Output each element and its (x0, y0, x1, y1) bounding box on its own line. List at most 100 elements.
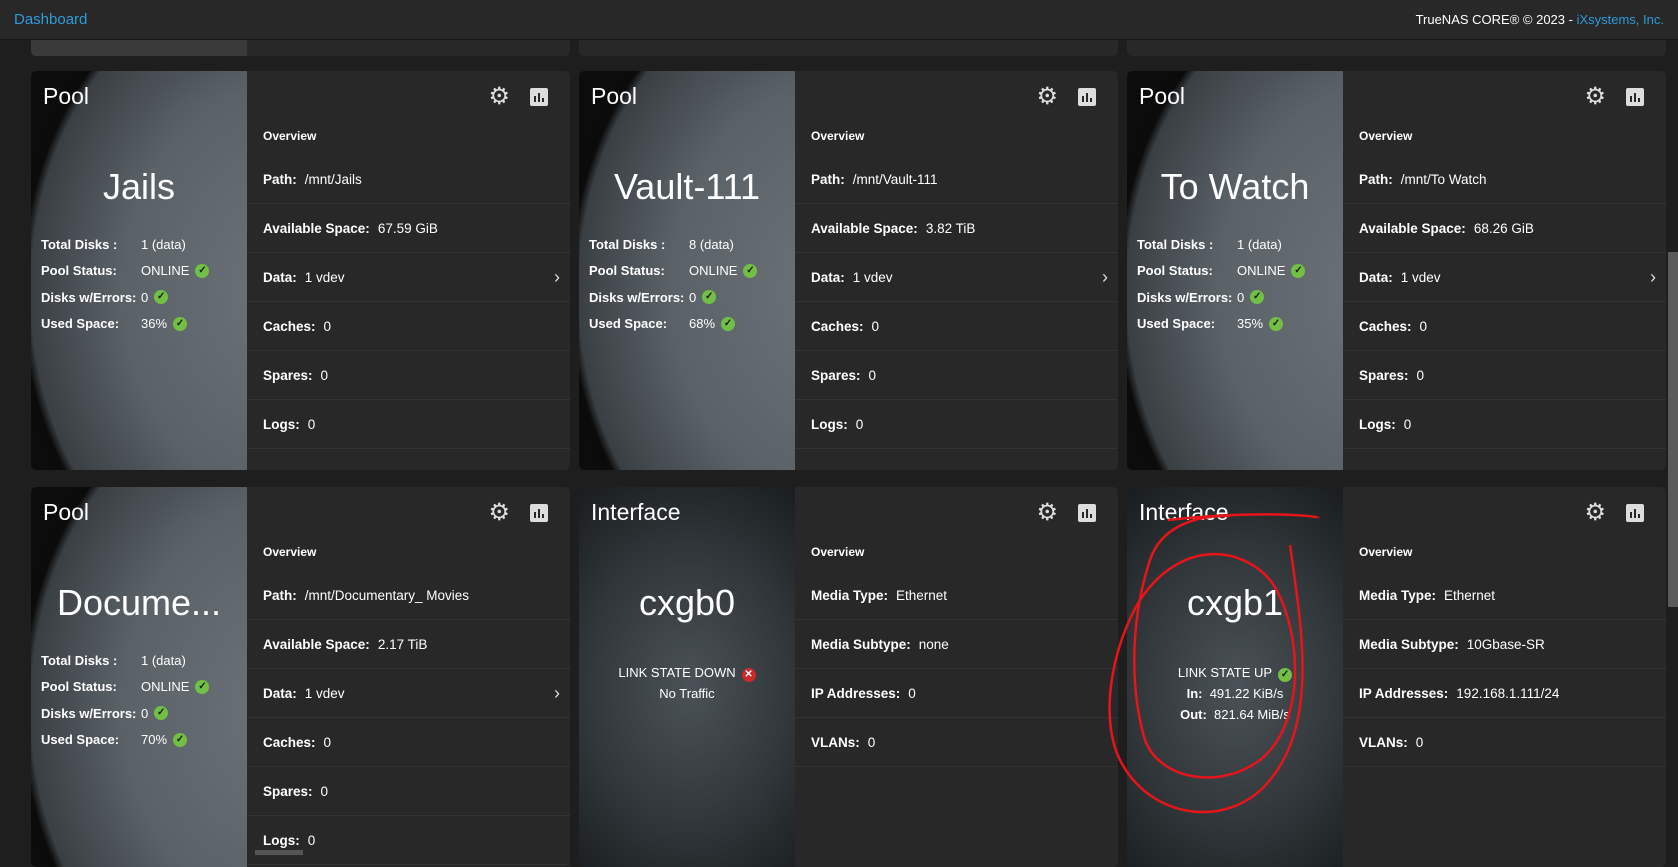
detail-value: 10Gbase-SR (1466, 636, 1545, 652)
reports-chart-icon[interactable] (530, 504, 548, 522)
chevron-right-icon[interactable]: › (1650, 267, 1656, 288)
interface-image: Interface cxgb0 LINK STATE DOWN ✕ No Traf… (579, 487, 795, 867)
pool-image: Pool Jails Total Disks : 1 (data) Pool St… (31, 71, 247, 470)
partial-card (1127, 40, 1666, 56)
out-label: Out: (1180, 707, 1207, 722)
detail-label: Data: (1359, 269, 1393, 285)
stat-value: 0 (1237, 289, 1245, 305)
detail-value: /mnt/Vault-111 (852, 171, 938, 187)
detail-value: 0 (323, 734, 332, 750)
detail-label: Available Space: (263, 636, 370, 652)
stat-label: Used Space: (41, 732, 120, 748)
detail-label: Media Subtype: (811, 636, 911, 652)
stat-value: 1 (data) (141, 652, 186, 668)
detail-row[interactable]: Data: 1 vdev › (795, 253, 1118, 302)
check-circle-icon: ✓ (154, 706, 169, 721)
pool-name: Vault-111 (613, 166, 761, 207)
detail-label: Available Space: (263, 220, 370, 236)
settings-gear-icon[interactable]: ⚙ (1036, 501, 1058, 525)
detail-row: Caches: 0 (247, 302, 570, 351)
stat-value: ONLINE (141, 263, 190, 279)
detail-row[interactable]: Data: 1 vdev › (247, 253, 570, 302)
detail-label: Media Type: (811, 587, 889, 603)
detail-row[interactable]: Data: 1 vdev › (1343, 253, 1666, 302)
detail-label: Data: (811, 269, 845, 285)
detail-label: VLANs: (811, 734, 860, 750)
stat-label: Pool Status: (589, 263, 665, 279)
link-state: LINK STATE UP ✓ In: 491.22 KiB/s Out: 821.… (1127, 662, 1343, 725)
detail-value: 0 (1403, 416, 1412, 432)
card-details: ⚙ Overview Path: /mnt/To Watch Available Spa… (1343, 71, 1666, 470)
pool-image: Pool Docume... Total Disks : 1 (data) Poo… (31, 487, 247, 867)
detail-row: Caches: 0 (247, 718, 570, 767)
detail-row: Logs: 0 (247, 816, 570, 865)
settings-gear-icon[interactable]: ⚙ (488, 501, 510, 525)
detail-row: Spares: 0 (247, 767, 570, 816)
detail-value: 0 (320, 783, 329, 799)
pool-name: Jails (102, 166, 176, 207)
detail-label: Available Space: (1359, 220, 1466, 236)
detail-value: 1 vdev (304, 269, 345, 285)
detail-value: 0 (867, 734, 876, 750)
pool-stats: Total Disks : 1 (data) Pool Status: ONLINE… (41, 647, 210, 753)
card-details: ⚙ Overview Path: /mnt/Jails Available Space:… (247, 71, 570, 470)
stat-value: 35% (1237, 316, 1264, 332)
detail-row[interactable]: Data: 1 vdev › (247, 669, 570, 718)
reports-chart-icon[interactable] (1626, 88, 1644, 106)
card-details: ⚙ Overview Media Type: Ethernet Media Subtyp… (795, 487, 1118, 867)
stat-label: Used Space: (1137, 316, 1216, 332)
detail-value: 0 (855, 416, 864, 432)
detail-row: IP Addresses: 192.168.1.111/24 (1343, 669, 1666, 718)
vertical-scrollbar[interactable] (1666, 40, 1678, 855)
detail-value: 68.26 GiB (1473, 220, 1534, 236)
reports-chart-icon[interactable] (1078, 88, 1096, 106)
horizontal-scrollbar[interactable] (255, 850, 303, 855)
detail-row: Spares: 0 (795, 351, 1118, 400)
detail-label: IP Addresses: (1359, 685, 1449, 701)
settings-gear-icon[interactable]: ⚙ (1036, 85, 1058, 109)
check-circle-icon: ✓ (743, 263, 758, 278)
card-type: Pool (43, 83, 90, 109)
reports-chart-icon[interactable] (530, 88, 548, 106)
detail-label: Media Subtype: (1359, 636, 1459, 652)
detail-label: Available Space: (811, 220, 918, 236)
chevron-right-icon[interactable]: › (1102, 267, 1108, 288)
detail-value: 0 (323, 318, 332, 334)
scrollbar-thumb[interactable] (1668, 252, 1678, 607)
check-circle-icon: ✓ (173, 732, 188, 747)
interface-name: cxgb0 (638, 582, 736, 623)
stat-label: Disks w/Errors: (1137, 289, 1233, 305)
copyright: TrueNAS CORE® © 2023 - iXsystems, Inc. (1416, 12, 1664, 27)
detail-value: none (918, 636, 949, 652)
settings-gear-icon[interactable]: ⚙ (1584, 501, 1606, 525)
reports-chart-icon[interactable] (1078, 504, 1096, 522)
detail-row: Path: /mnt/Jails (247, 155, 570, 204)
overview-heading: Overview (1359, 545, 1413, 559)
breadcrumb-dashboard[interactable]: Dashboard (14, 11, 87, 28)
check-circle-icon: ✓ (173, 316, 188, 331)
detail-row: Media Subtype: none (795, 620, 1118, 669)
detail-row: Spares: 0 (1343, 351, 1666, 400)
card-type: Interface (1139, 499, 1229, 525)
stat-label: Total Disks : (589, 236, 666, 252)
stat-label: Total Disks : (41, 652, 118, 668)
chevron-right-icon[interactable]: › (554, 267, 560, 288)
detail-label: Path: (263, 171, 297, 187)
detail-row: Path: /mnt/Vault-111 (795, 155, 1118, 204)
pool-stats: Total Disks : 1 (data) Pool Status: ONLINE… (1137, 231, 1306, 337)
detail-row: Path: /mnt/To Watch (1343, 155, 1666, 204)
pool-name: Docume... (56, 582, 222, 623)
detail-label: Path: (811, 171, 845, 187)
detail-value: 3.82 TiB (925, 220, 976, 236)
check-circle-icon: ✓ (154, 290, 169, 305)
reports-chart-icon[interactable] (1626, 504, 1644, 522)
detail-label: Path: (263, 587, 297, 603)
company-link[interactable]: iXsystems, Inc. (1577, 12, 1664, 27)
partial-card (31, 40, 570, 56)
link-state-text: LINK STATE UP (1177, 665, 1273, 680)
detail-row: VLANs: 0 (1343, 718, 1666, 767)
chevron-right-icon[interactable]: › (554, 683, 560, 704)
settings-gear-icon[interactable]: ⚙ (1584, 85, 1606, 109)
overview-heading: Overview (1359, 129, 1413, 143)
settings-gear-icon[interactable]: ⚙ (488, 85, 510, 109)
